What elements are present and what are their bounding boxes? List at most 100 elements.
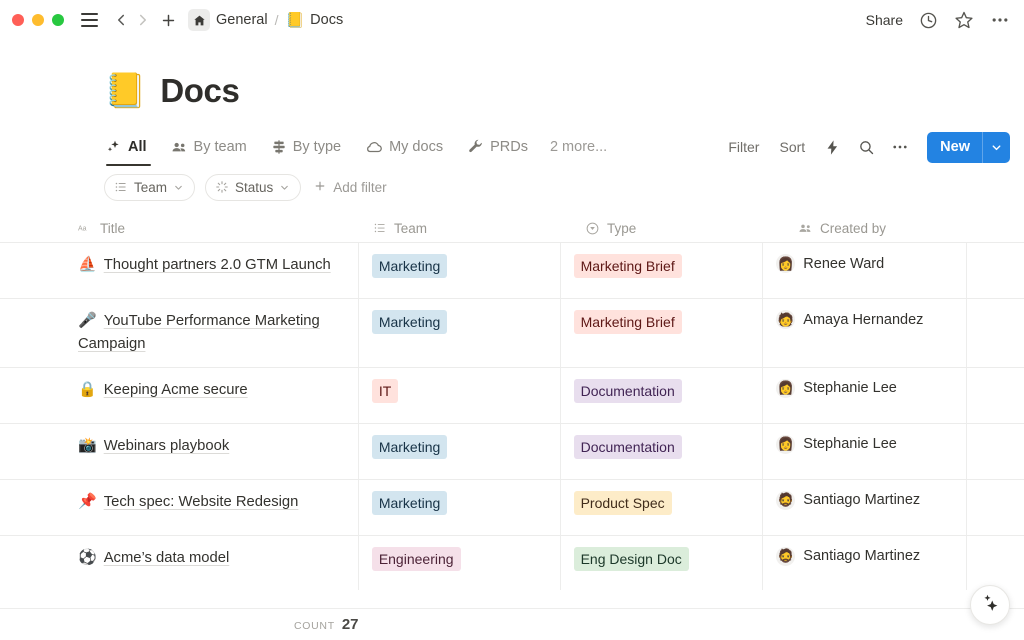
column-header-team[interactable]: Team xyxy=(373,214,585,243)
cell-created-by[interactable]: 🧔 Santiago Martinez xyxy=(762,535,966,590)
cell-title[interactable]: 🎤 YouTube Performance Marketing Campaign xyxy=(78,299,358,367)
doc-title-link[interactable]: Acme’s data model xyxy=(104,550,230,566)
new-button[interactable]: New xyxy=(927,131,1010,163)
window-controls xyxy=(12,14,64,26)
tab-all[interactable]: All xyxy=(104,128,159,166)
column-label: Team xyxy=(394,220,428,236)
cell-title[interactable]: ⛵ Thought partners 2.0 GTM Launch xyxy=(78,243,358,298)
cell-title[interactable]: 🔒 Keeping Acme secure xyxy=(78,368,358,423)
sidebar-toggle-icon[interactable] xyxy=(78,9,100,31)
cell-created-by[interactable]: 👩 Stephanie Lee xyxy=(762,423,966,479)
filter-button[interactable]: Filter xyxy=(720,134,767,160)
table-row[interactable]: 🎤 YouTube Performance Marketing Campaign … xyxy=(0,299,1024,368)
ellipsis-icon[interactable] xyxy=(990,10,1010,30)
column-label: Type xyxy=(607,220,637,236)
person-chip: 🧑 Amaya Hernandez xyxy=(776,310,956,329)
doc-title-link[interactable]: Thought partners 2.0 GTM Launch xyxy=(104,257,331,273)
table-row[interactable]: 📌 Tech spec: Website Redesign Marketing P… xyxy=(0,479,1024,536)
view-actions: Filter Sort New xyxy=(720,131,1010,163)
doc-title-link[interactable]: Keeping Acme secure xyxy=(104,382,248,398)
tab-label: By team xyxy=(193,139,247,155)
cell-type[interactable]: Product Spec xyxy=(559,479,763,535)
table-row[interactable]: ⚽ Acme’s data model Engineering Eng Desig… xyxy=(0,535,1024,590)
list-icon xyxy=(114,180,128,194)
doc-title-link[interactable]: Webinars playbook xyxy=(104,438,230,454)
back-icon[interactable] xyxy=(110,8,132,32)
title-bar: General / 📒 Docs Share xyxy=(0,0,1024,40)
breadcrumb-separator: / xyxy=(274,12,279,28)
table-row[interactable]: 📸 Webinars playbook Marketing Documentati… xyxy=(0,423,1024,480)
list-icon xyxy=(373,221,387,235)
filter-chip-team[interactable]: Team xyxy=(104,173,196,201)
column-header-type[interactable]: Type xyxy=(585,214,798,243)
wrench-icon xyxy=(467,139,484,156)
cell-team[interactable]: Engineering xyxy=(357,535,560,590)
cell-team[interactable]: Marketing xyxy=(357,299,560,367)
cell-title[interactable]: ⚽ Acme’s data model xyxy=(78,536,358,590)
filter-chip-status[interactable]: Status xyxy=(205,173,302,201)
cell-team[interactable]: IT xyxy=(357,367,560,423)
type-tag: Documentation xyxy=(573,434,682,460)
column-header-created-by[interactable]: Created by xyxy=(798,214,1012,243)
add-filter-button[interactable]: Add filter xyxy=(311,179,387,196)
cell-type[interactable]: Documentation xyxy=(559,423,763,479)
sparkles-icon xyxy=(106,139,122,155)
tab-by-team[interactable]: By team xyxy=(159,128,259,166)
type-tag: Documentation xyxy=(573,378,682,404)
count-label: Count xyxy=(294,620,335,632)
minimize-window-button[interactable] xyxy=(32,14,44,26)
people-icon xyxy=(798,221,813,236)
cell-overflow xyxy=(965,299,1024,367)
lightning-icon[interactable] xyxy=(817,133,847,161)
share-button[interactable]: Share xyxy=(866,12,903,28)
cell-created-by[interactable]: 👩 Stephanie Lee xyxy=(762,367,966,423)
cell-team[interactable]: Marketing xyxy=(357,479,560,535)
zoom-window-button[interactable] xyxy=(52,14,64,26)
cell-type[interactable]: Documentation xyxy=(559,367,763,423)
table-row[interactable]: 🔒 Keeping Acme secure IT Documentation 👩 … xyxy=(0,367,1024,424)
ai-assistant-button[interactable] xyxy=(970,585,1010,625)
close-window-button[interactable] xyxy=(12,14,24,26)
breadcrumb-page[interactable]: Docs xyxy=(310,12,343,28)
soccer-ball-icon: ⚽ xyxy=(78,548,97,566)
page-title[interactable]: Docs xyxy=(160,72,240,110)
clock-icon[interactable] xyxy=(919,11,938,30)
doc-title-link[interactable]: YouTube Performance Marketing Campaign xyxy=(78,313,320,352)
table-row[interactable]: ⛵ Thought partners 2.0 GTM Launch Marketi… xyxy=(0,243,1024,299)
count-summary[interactable]: Count 27 xyxy=(0,616,359,633)
plus-icon xyxy=(313,179,327,196)
tab-more[interactable]: 2 more... xyxy=(540,128,619,166)
docs-table: Aa Title Team Type Created by ⛵ Thought … xyxy=(0,214,1024,590)
cell-title[interactable]: 📸 Webinars playbook xyxy=(78,424,358,479)
cell-created-by[interactable]: 🧔 Santiago Martinez xyxy=(762,479,966,535)
column-label: Title xyxy=(100,220,126,236)
cell-created-by[interactable]: 👩 Renee Ward xyxy=(762,243,966,298)
tab-my-docs[interactable]: My docs xyxy=(353,128,455,166)
cell-type[interactable]: Marketing Brief xyxy=(559,243,763,298)
notebook-icon[interactable]: 📒 xyxy=(104,74,146,108)
cell-created-by[interactable]: 🧑 Amaya Hernandez xyxy=(762,299,966,367)
ai-sparkles-icon xyxy=(981,593,1000,617)
tab-prds[interactable]: PRDs xyxy=(455,128,540,166)
sailboat-icon: ⛵ xyxy=(78,256,97,273)
ellipsis-icon[interactable] xyxy=(885,133,915,161)
sort-button[interactable]: Sort xyxy=(771,134,813,160)
star-icon[interactable] xyxy=(954,10,974,30)
breadcrumb-workspace[interactable]: General xyxy=(216,12,268,28)
cell-type[interactable]: Marketing Brief xyxy=(559,299,763,367)
cell-type[interactable]: Eng Design Doc xyxy=(559,535,763,590)
microphone-icon: 🎤 xyxy=(78,312,97,329)
tab-by-type[interactable]: By type xyxy=(259,128,353,166)
cell-team[interactable]: Marketing xyxy=(357,423,560,479)
search-icon[interactable] xyxy=(851,133,881,161)
cell-title[interactable]: 📌 Tech spec: Website Redesign xyxy=(78,480,358,535)
cell-team[interactable]: Marketing xyxy=(357,243,560,298)
forward-icon[interactable] xyxy=(132,8,154,32)
new-tab-icon[interactable] xyxy=(156,8,180,32)
avatar: 🧔 xyxy=(776,490,796,510)
home-icon[interactable] xyxy=(188,9,210,31)
column-header-title[interactable]: Aa Title xyxy=(78,214,373,243)
count-value: 27 xyxy=(341,616,359,633)
doc-title-link[interactable]: Tech spec: Website Redesign xyxy=(104,494,299,510)
chevron-down-icon[interactable] xyxy=(983,141,1010,154)
